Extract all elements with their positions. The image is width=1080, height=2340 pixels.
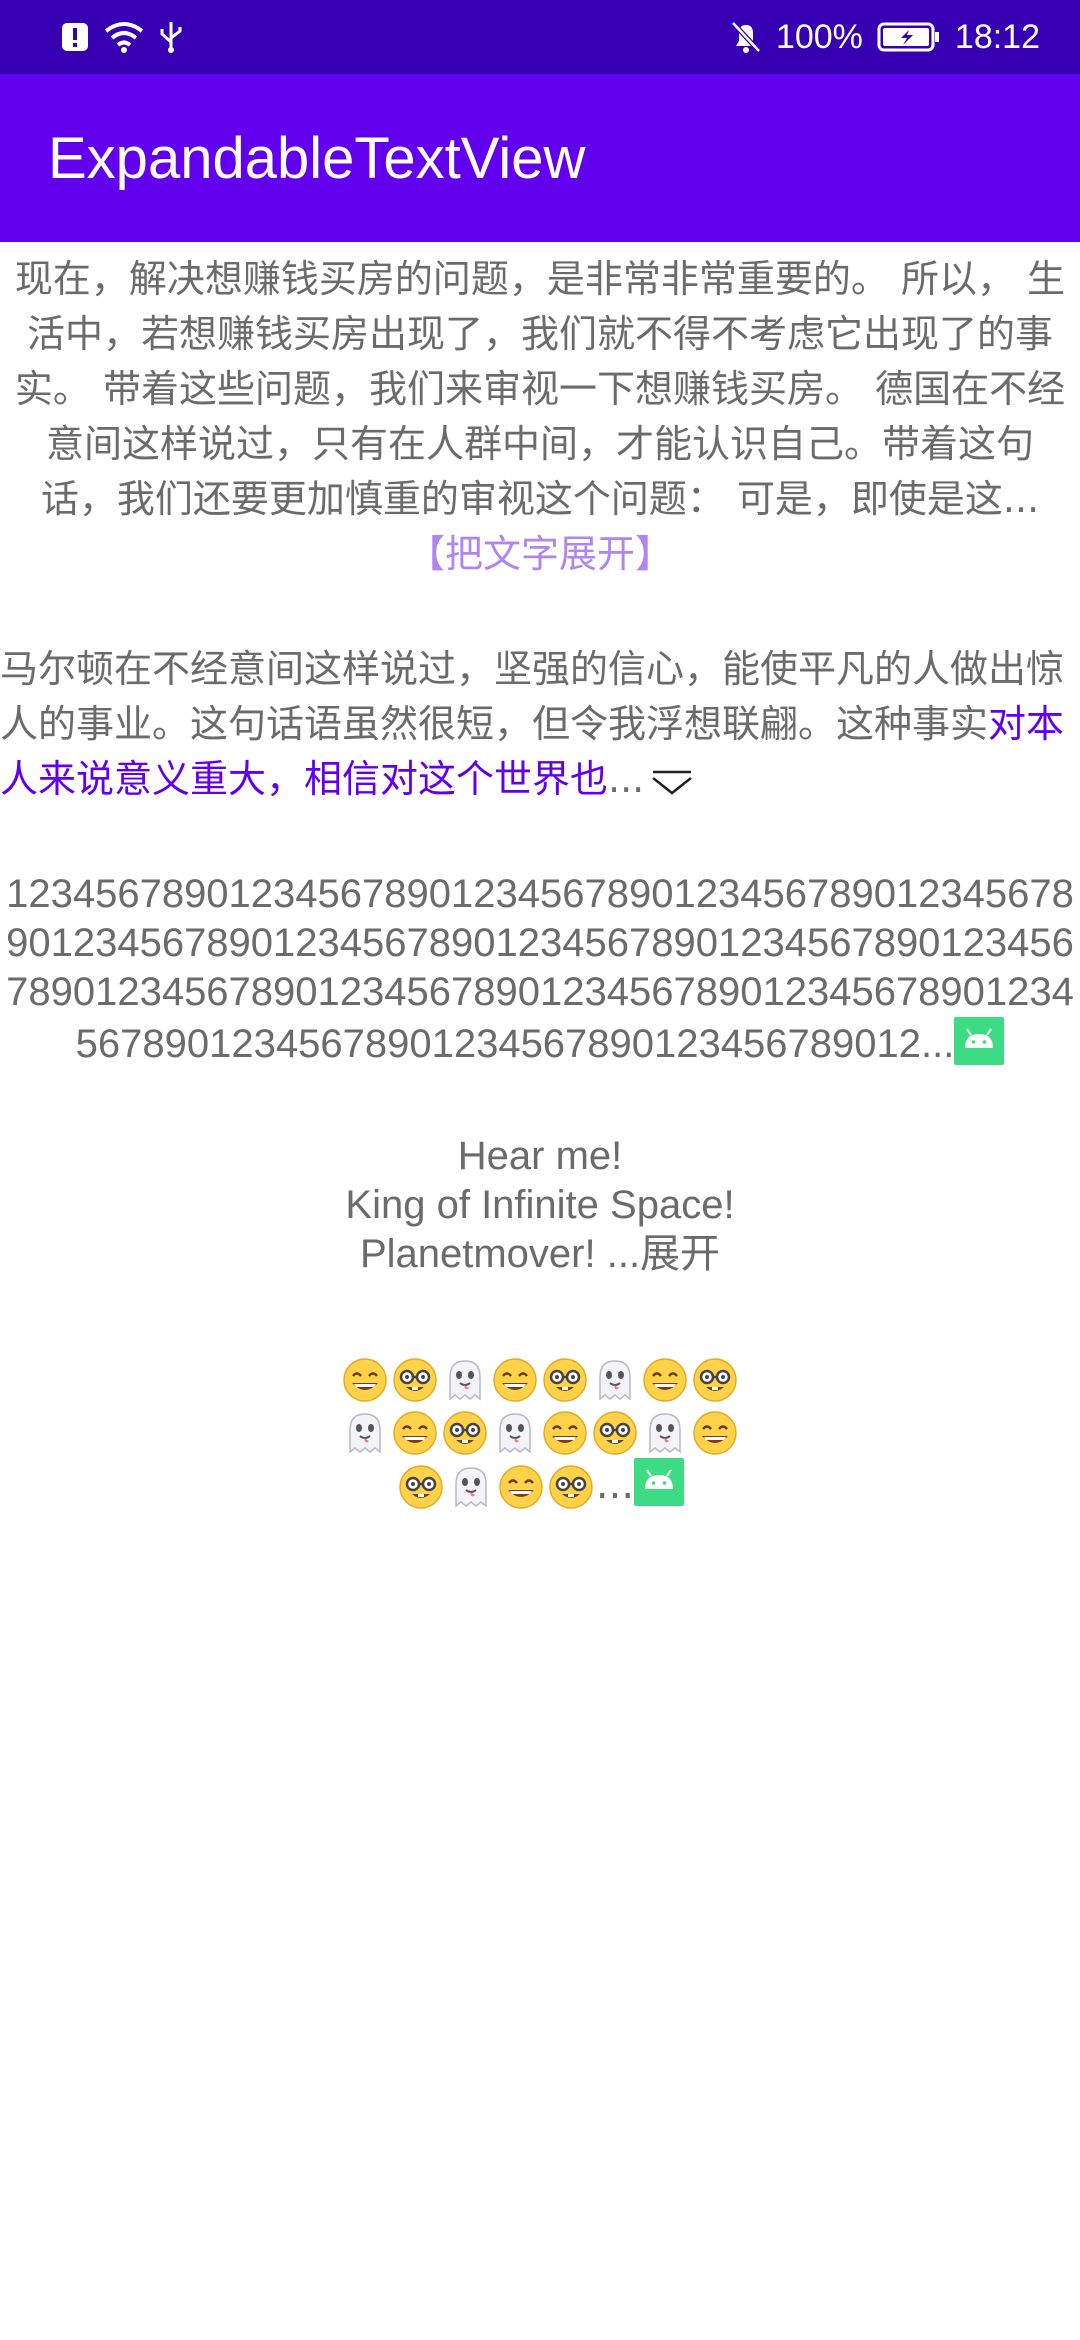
ghost-emoji-icon	[449, 1360, 481, 1401]
android-icon[interactable]	[634, 1458, 685, 1506]
emoji-row	[0, 1405, 1080, 1458]
nerd-emoji-icon	[399, 1465, 443, 1509]
clock: 18:12	[954, 17, 1040, 56]
ghost-emoji-icon	[499, 1413, 531, 1454]
poem-line-2: King of Infinite Space!	[345, 1183, 735, 1227]
wifi-icon	[104, 22, 144, 53]
emoji-row: ...	[0, 1458, 1080, 1512]
expandable-text-1[interactable]: 现在，解决想赚钱买房的问题，是非常非常重要的。 所以， 生活中，若想赚钱买房出现…	[0, 252, 1080, 582]
text-2-ellipsis: ...	[608, 757, 645, 801]
grin-emoji-icon	[693, 1411, 737, 1455]
grin-emoji-icon	[643, 1358, 687, 1402]
poem-line-3[interactable]: Planetmover! ...展开	[0, 1230, 1080, 1279]
app-bar: ExpandableTextView	[0, 74, 1080, 242]
expandable-text-3[interactable]: 1234567890123456789012345678901234567890…	[0, 870, 1080, 1069]
status-left-icons	[60, 20, 184, 54]
text-2-body: 马尔顿在不经意间这样说过，坚强的信心，能使平凡的人做出惊人的事业。这句话语虽然很…	[0, 647, 1065, 746]
grin-emoji-icon	[543, 1411, 587, 1455]
poem-line-1: Hear me!	[457, 1134, 623, 1178]
status-right-icons: 100% 18:12	[730, 18, 1040, 57]
expandable-emoji-text[interactable]: ...	[0, 1352, 1080, 1512]
emoji-row	[0, 1352, 1080, 1405]
expand-text-link[interactable]: 【把文字展开】	[407, 532, 673, 576]
ghost-emoji-icon	[649, 1413, 681, 1454]
grin-emoji-icon	[393, 1411, 437, 1455]
status-bar: 100% 18:12	[0, 0, 1080, 74]
usb-icon	[160, 22, 182, 53]
ghost-emoji-icon	[599, 1360, 631, 1401]
bell-off-icon	[731, 21, 761, 53]
nerd-emoji-icon	[543, 1358, 587, 1402]
ghost-emoji-icon	[455, 1467, 487, 1508]
ghost-emoji-icon	[349, 1413, 381, 1454]
text-1-body: 现在，解决想赚钱买房的问题，是非常非常重要的。 所以， 生活中，若想赚钱买房出现…	[14, 257, 1066, 521]
battery-charging-icon	[877, 22, 939, 52]
alert-icon	[62, 23, 88, 51]
text-3-digits: 1234567890123456789012345678901234567890…	[6, 872, 1074, 1066]
nerd-emoji-icon	[393, 1358, 437, 1402]
nerd-emoji-icon	[693, 1358, 737, 1402]
grin-emoji-icon	[499, 1465, 543, 1509]
expandable-text-2[interactable]: 马尔顿在不经意间这样说过，坚强的信心，能使平凡的人做出惊人的事业。这句话语虽然很…	[0, 642, 1080, 807]
nerd-emoji-icon	[443, 1411, 487, 1455]
android-icon[interactable]	[954, 1017, 1005, 1065]
emoji-ellipsis: ...	[595, 1462, 635, 1508]
app-title: ExpandableTextView	[48, 125, 586, 191]
grin-emoji-icon	[343, 1358, 387, 1402]
expandable-text-4[interactable]: Hear me! King of Infinite Space! Planetm…	[0, 1132, 1080, 1279]
nerd-emoji-icon	[549, 1465, 593, 1509]
grin-emoji-icon	[493, 1358, 537, 1402]
chevron-down-icon[interactable]	[650, 767, 694, 797]
battery-percent: 100%	[775, 17, 863, 56]
nerd-emoji-icon	[593, 1411, 637, 1455]
